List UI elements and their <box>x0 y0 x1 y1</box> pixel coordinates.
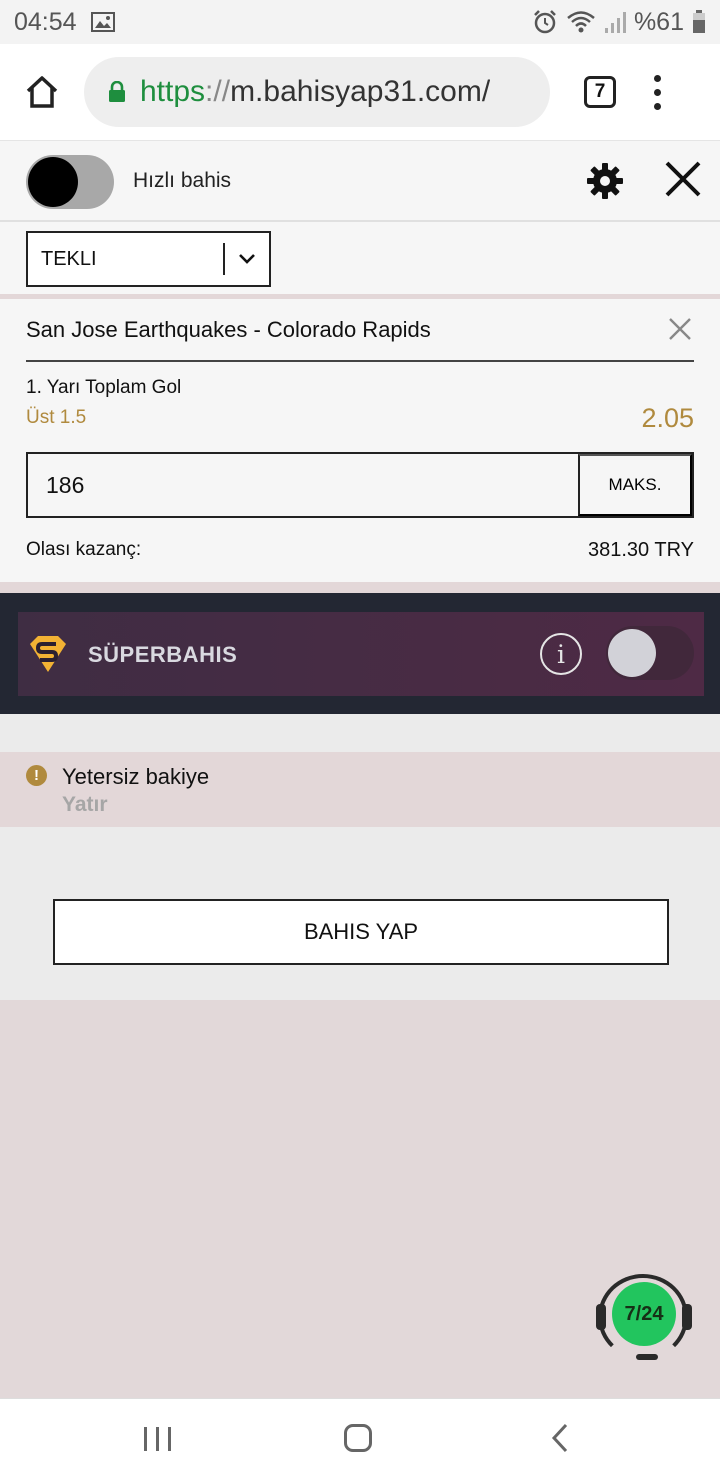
odds-value: 2.05 <box>641 403 694 433</box>
browser-toolbar: https://m.bahisyap31.com/ 7 <box>0 44 720 140</box>
superbet-logo-icon <box>26 634 70 679</box>
home-icon <box>26 76 58 108</box>
potential-win-label: Olası kazanç: <box>26 539 142 560</box>
browser-home-button[interactable] <box>0 44 84 140</box>
tab-switcher-button[interactable]: 7 <box>584 76 616 108</box>
battery-icon <box>692 10 706 34</box>
live-support-button[interactable]: 7/24 <box>596 1274 692 1364</box>
lock-icon <box>109 81 125 102</box>
alarm-icon <box>532 9 558 35</box>
support-label: 7/24 <box>612 1282 676 1346</box>
deposit-link[interactable]: Yatır <box>62 793 108 817</box>
insufficient-balance-warning: ! Yetersiz bakiye Yatır <box>0 752 720 827</box>
browser-menu-button[interactable] <box>654 74 661 110</box>
match-title: San Jose Earthquakes - Colorado Rapids <box>26 317 431 342</box>
back-icon <box>551 1423 568 1453</box>
signal-icon <box>604 10 626 34</box>
gallery-icon <box>90 12 115 32</box>
bet-card: San Jose Earthquakes - Colorado Rapids 1… <box>0 299 720 582</box>
stake-field: MAKS. <box>26 452 694 518</box>
bet-type-row: TEKLI <box>0 222 720 294</box>
quick-bet-label: Hızlı bahis <box>133 169 232 192</box>
superbet-label: SÜPERBAHIS <box>88 642 238 667</box>
bet-type-select[interactable]: TEKLI <box>26 231 271 287</box>
market-name: 1. Yarı Toplam Gol <box>26 377 182 398</box>
nav-back-button[interactable] <box>550 1423 570 1458</box>
potential-win-value: 381.30 TRY <box>587 539 694 561</box>
wifi-icon <box>566 10 596 34</box>
status-bar: 04:54 %61 <box>0 0 720 44</box>
max-stake-button[interactable]: MAKS. <box>578 454 692 516</box>
warning-text: Yetersiz bakiye <box>62 764 210 789</box>
close-betslip-icon[interactable] <box>662 158 704 205</box>
address-bar[interactable]: https://m.bahisyap31.com/ <box>84 57 550 127</box>
selection-name: Üst 1.5 <box>26 407 87 428</box>
superbet-section: SÜPERBAHIS i <box>0 593 720 714</box>
stake-input[interactable] <box>28 454 578 516</box>
battery-percent: %61 <box>633 7 684 36</box>
quick-bet-toggle[interactable] <box>26 155 114 209</box>
info-icon[interactable]: i <box>540 633 582 675</box>
bet-type-value: TEKLI <box>41 247 97 270</box>
url-text: https://m.bahisyap31.com/ <box>140 75 491 108</box>
status-time: 04:54 <box>14 7 77 36</box>
place-bet-button[interactable]: BAHIS YAP <box>53 899 669 965</box>
superbet-toggle[interactable] <box>606 626 694 680</box>
settings-gear-icon[interactable] <box>586 162 624 205</box>
warning-icon: ! <box>26 765 47 786</box>
chevron-down-icon <box>225 253 269 265</box>
superbet-panel: SÜPERBAHIS i <box>18 612 704 696</box>
remove-bet-icon[interactable] <box>668 317 692 346</box>
nav-home-button[interactable] <box>344 1424 372 1452</box>
system-nav-bar <box>0 1398 720 1480</box>
recent-apps-button[interactable] <box>144 1427 171 1451</box>
